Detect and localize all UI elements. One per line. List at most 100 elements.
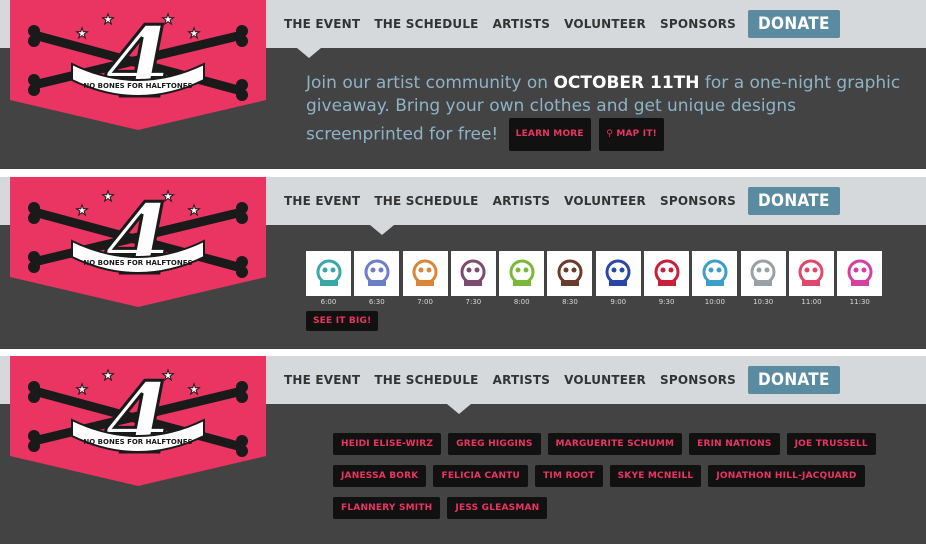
design-artwork xyxy=(644,251,690,296)
logo-number: 4 xyxy=(105,6,172,119)
schedule-time: 9:00 xyxy=(610,298,627,306)
donate-button[interactable]: DONATE xyxy=(748,10,840,38)
artist-button[interactable]: SKYE MCNEILL xyxy=(609,465,702,487)
schedule-thumbnail[interactable]: 7:30 xyxy=(450,251,496,306)
panel-the-schedule: THE EVENT THE SCHEDULE ARTISTS VOLUNTEER… xyxy=(0,177,926,349)
nav-menu: THE EVENT THE SCHEDULE ARTISTS VOLUNTEER… xyxy=(284,0,840,48)
nav-the-event[interactable]: THE EVENT xyxy=(284,17,360,31)
nav-the-event[interactable]: THE EVENT xyxy=(284,373,360,387)
nav-sponsors[interactable]: SPONSORS xyxy=(660,373,736,387)
artist-button[interactable]: GREG HIGGINS xyxy=(448,433,541,455)
learn-more-button[interactable]: LEARN MORE xyxy=(508,118,591,151)
donate-button[interactable]: DONATE xyxy=(748,366,840,394)
donate-button[interactable]: DONATE xyxy=(748,187,840,215)
artist-row: HEIDI ELISE-WIRZ GREG HIGGINS MARGUERITE S… xyxy=(333,433,876,455)
schedule-time: 6:00 xyxy=(320,298,337,306)
event-date: OCTOBER 11TH xyxy=(553,73,700,93)
panel-the-event: THE EVENT THE SCHEDULE ARTISTS VOLUNTEER… xyxy=(0,0,926,169)
artist-button[interactable]: JOE TRUSSELL xyxy=(786,433,876,455)
logo-ribbon-text: NO BONES FOR HALFTONES xyxy=(83,438,192,446)
design-artwork xyxy=(740,251,786,296)
see-it-big-button[interactable]: SEE IT BIG! xyxy=(306,311,379,331)
artist-button[interactable]: TIM ROOT xyxy=(535,465,603,487)
schedule-thumbnail[interactable]: 9:00 xyxy=(595,251,641,306)
active-nav-caret xyxy=(297,48,321,58)
design-artwork xyxy=(692,251,738,296)
event-buttons: LEARN MORE ⚲ MAP IT! xyxy=(506,118,664,151)
panel-artists: THE EVENT THE SCHEDULE ARTISTS VOLUNTEER… xyxy=(0,356,926,544)
nav-volunteer[interactable]: VOLUNTEER xyxy=(564,373,646,387)
schedule-time: 11:00 xyxy=(801,298,822,306)
logo[interactable]: ★ ★ ★ ★ 4 NO BONES FOR HALFTONES xyxy=(10,177,266,307)
artist-button[interactable]: MARGUERITE SCHUMM xyxy=(547,433,683,455)
artist-row: JANESSA BORK FELICIA CANTU TIM ROOT SKYE MC… xyxy=(333,465,865,487)
map-pin-icon: ⚲ xyxy=(606,129,617,139)
nav-artists[interactable]: ARTISTS xyxy=(493,17,551,31)
schedule-time: 10:00 xyxy=(704,298,725,306)
svg-text:★: ★ xyxy=(188,382,201,398)
schedule-time: 10:30 xyxy=(753,298,774,306)
artist-button[interactable]: JANESSA BORK xyxy=(333,465,427,487)
artist-list: HEIDI ELISE-WIRZ GREG HIGGINS MARGUERITE S… xyxy=(333,433,876,529)
design-artwork xyxy=(354,251,400,296)
nav-sponsors[interactable]: SPONSORS xyxy=(660,17,736,31)
design-artwork xyxy=(788,251,834,296)
schedule-time: 9:30 xyxy=(658,298,675,306)
active-nav-caret xyxy=(370,225,394,235)
schedule-thumbnail[interactable]: 6:30 xyxy=(354,251,400,306)
schedule-time: 6:30 xyxy=(368,298,385,306)
nav-the-event[interactable]: THE EVENT xyxy=(284,194,360,208)
nav-volunteer[interactable]: VOLUNTEER xyxy=(564,194,646,208)
svg-text:★: ★ xyxy=(76,382,89,398)
artist-button[interactable]: JESS GLEASMAN xyxy=(447,497,548,519)
nav-the-schedule[interactable]: THE SCHEDULE xyxy=(374,194,478,208)
design-artwork xyxy=(306,251,351,296)
nav-the-schedule[interactable]: THE SCHEDULE xyxy=(374,373,478,387)
schedule-thumbnail[interactable]: 9:30 xyxy=(644,251,690,306)
schedule-thumbnail[interactable]: 10:00 xyxy=(692,251,738,306)
design-artwork xyxy=(837,251,883,296)
artist-button[interactable]: FELICIA CANTU xyxy=(433,465,529,487)
schedule-time: 8:30 xyxy=(562,298,578,306)
logo[interactable]: ★ ★ ★ ★ 4 NO BONES FOR HALFTONES xyxy=(10,356,266,486)
schedule-thumbnail[interactable]: 11:30 xyxy=(837,251,883,306)
schedule-thumbnail[interactable]: 11:00 xyxy=(788,251,834,306)
schedule-thumbnail[interactable]: 10:30 xyxy=(740,251,786,306)
artist-button[interactable]: JONATHON HILL-JACQUARD xyxy=(708,465,865,487)
nav-artists[interactable]: ARTISTS xyxy=(493,194,551,208)
design-artwork xyxy=(450,251,496,296)
nav-sponsors[interactable]: SPONSORS xyxy=(660,194,736,208)
schedule-time: 7:30 xyxy=(465,298,482,306)
logo[interactable]: ★ ★ ★ ★ 4 NO BONES FOR HALFTONES xyxy=(10,0,266,130)
svg-text:★: ★ xyxy=(188,203,201,219)
intro-text-before: Join our artist community on xyxy=(306,73,554,93)
nav-the-schedule[interactable]: THE SCHEDULE xyxy=(374,17,478,31)
svg-text:★: ★ xyxy=(76,203,89,219)
artist-button[interactable]: FLANNERY SMITH xyxy=(333,497,441,519)
schedule-thumbnail[interactable]: 7:00 xyxy=(402,251,448,306)
logo-ribbon-text: NO BONES FOR HALFTONES xyxy=(83,259,192,267)
schedule-time: 11:30 xyxy=(849,298,870,306)
logo-number: 4 xyxy=(105,362,172,475)
artist-row: FLANNERY SMITH JESS GLEASMAN xyxy=(333,497,853,519)
map-it-label: MAP IT! xyxy=(616,129,657,139)
design-artwork xyxy=(402,251,448,296)
nav-menu: THE EVENT THE SCHEDULE ARTISTS VOLUNTEER… xyxy=(284,177,840,225)
schedule-thumbnail[interactable]: 8:30 xyxy=(547,251,593,306)
schedule-thumbnails: 6:00 6:30 7:00 7:30 8:00 8:30 9:00 9:30 10:00 10:… xyxy=(306,251,886,306)
artist-button[interactable]: HEIDI ELISE-WIRZ xyxy=(333,433,442,455)
svg-text:★: ★ xyxy=(188,26,201,42)
schedule-thumbnail[interactable]: 6:00 xyxy=(306,251,351,306)
schedule-time: 7:00 xyxy=(417,298,433,306)
schedule-thumbnail[interactable]: 8:00 xyxy=(499,251,545,306)
design-artwork xyxy=(547,251,593,296)
logo-ribbon-text: NO BONES FOR HALFTONES xyxy=(83,82,192,90)
svg-text:★: ★ xyxy=(76,26,89,42)
active-nav-caret xyxy=(447,404,471,414)
nav-artists[interactable]: ARTISTS xyxy=(493,373,551,387)
nav-volunteer[interactable]: VOLUNTEER xyxy=(564,17,646,31)
map-it-button[interactable]: ⚲ MAP IT! xyxy=(599,118,664,151)
logo-number: 4 xyxy=(105,183,172,296)
schedule-time: 8:00 xyxy=(513,298,530,306)
artist-button[interactable]: ERIN NATIONS xyxy=(689,433,780,455)
